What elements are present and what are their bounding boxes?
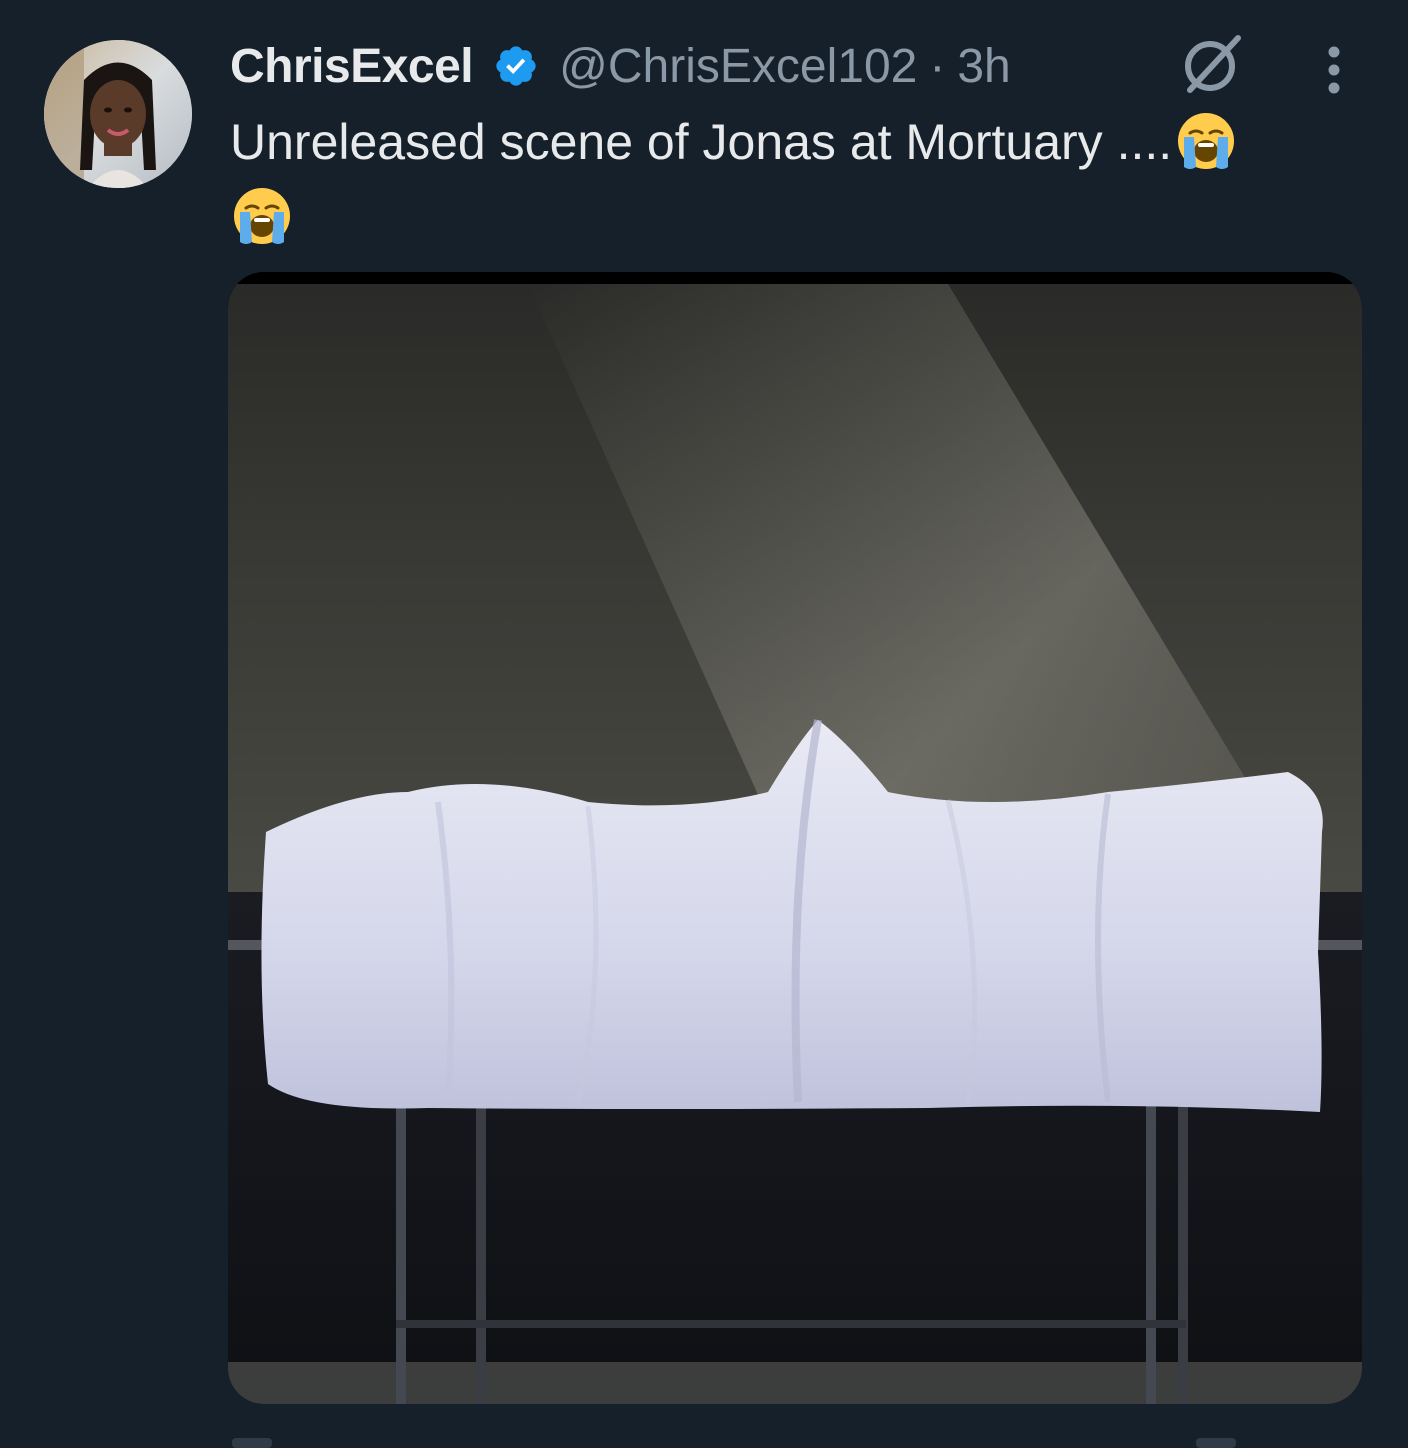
separator-dot: ·	[929, 39, 946, 93]
tweet-text: Unreleased scene of Jonas at Mortuary ..…	[230, 106, 1350, 248]
display-name[interactable]: ChrisExcel	[230, 39, 474, 94]
tweet[interactable]: ChrisExcel @ChrisExcel102 · 3h Unrelease…	[0, 0, 1408, 1448]
more-vertical-icon[interactable]	[1306, 40, 1362, 100]
avatar-image	[44, 40, 192, 188]
tweet-media-photo[interactable]	[228, 272, 1362, 1404]
loudly-crying-face-icon	[230, 184, 294, 248]
reply-icon[interactable]	[232, 1438, 272, 1448]
user-handle[interactable]: @ChrisExcel102	[559, 39, 917, 94]
verified-badge-icon[interactable]	[493, 43, 539, 89]
loudly-crying-face-icon	[1174, 109, 1238, 173]
grok-icon[interactable]	[1178, 30, 1246, 98]
timestamp[interactable]: 3h	[957, 39, 1010, 94]
tweet-header: ChrisExcel @ChrisExcel102 · 3h	[230, 34, 1011, 98]
avatar[interactable]	[44, 40, 192, 188]
tweet-text-body: Unreleased scene of Jonas at Mortuary ..…	[230, 114, 1173, 170]
share-icon[interactable]	[1196, 1438, 1236, 1448]
media-image	[228, 272, 1362, 1404]
